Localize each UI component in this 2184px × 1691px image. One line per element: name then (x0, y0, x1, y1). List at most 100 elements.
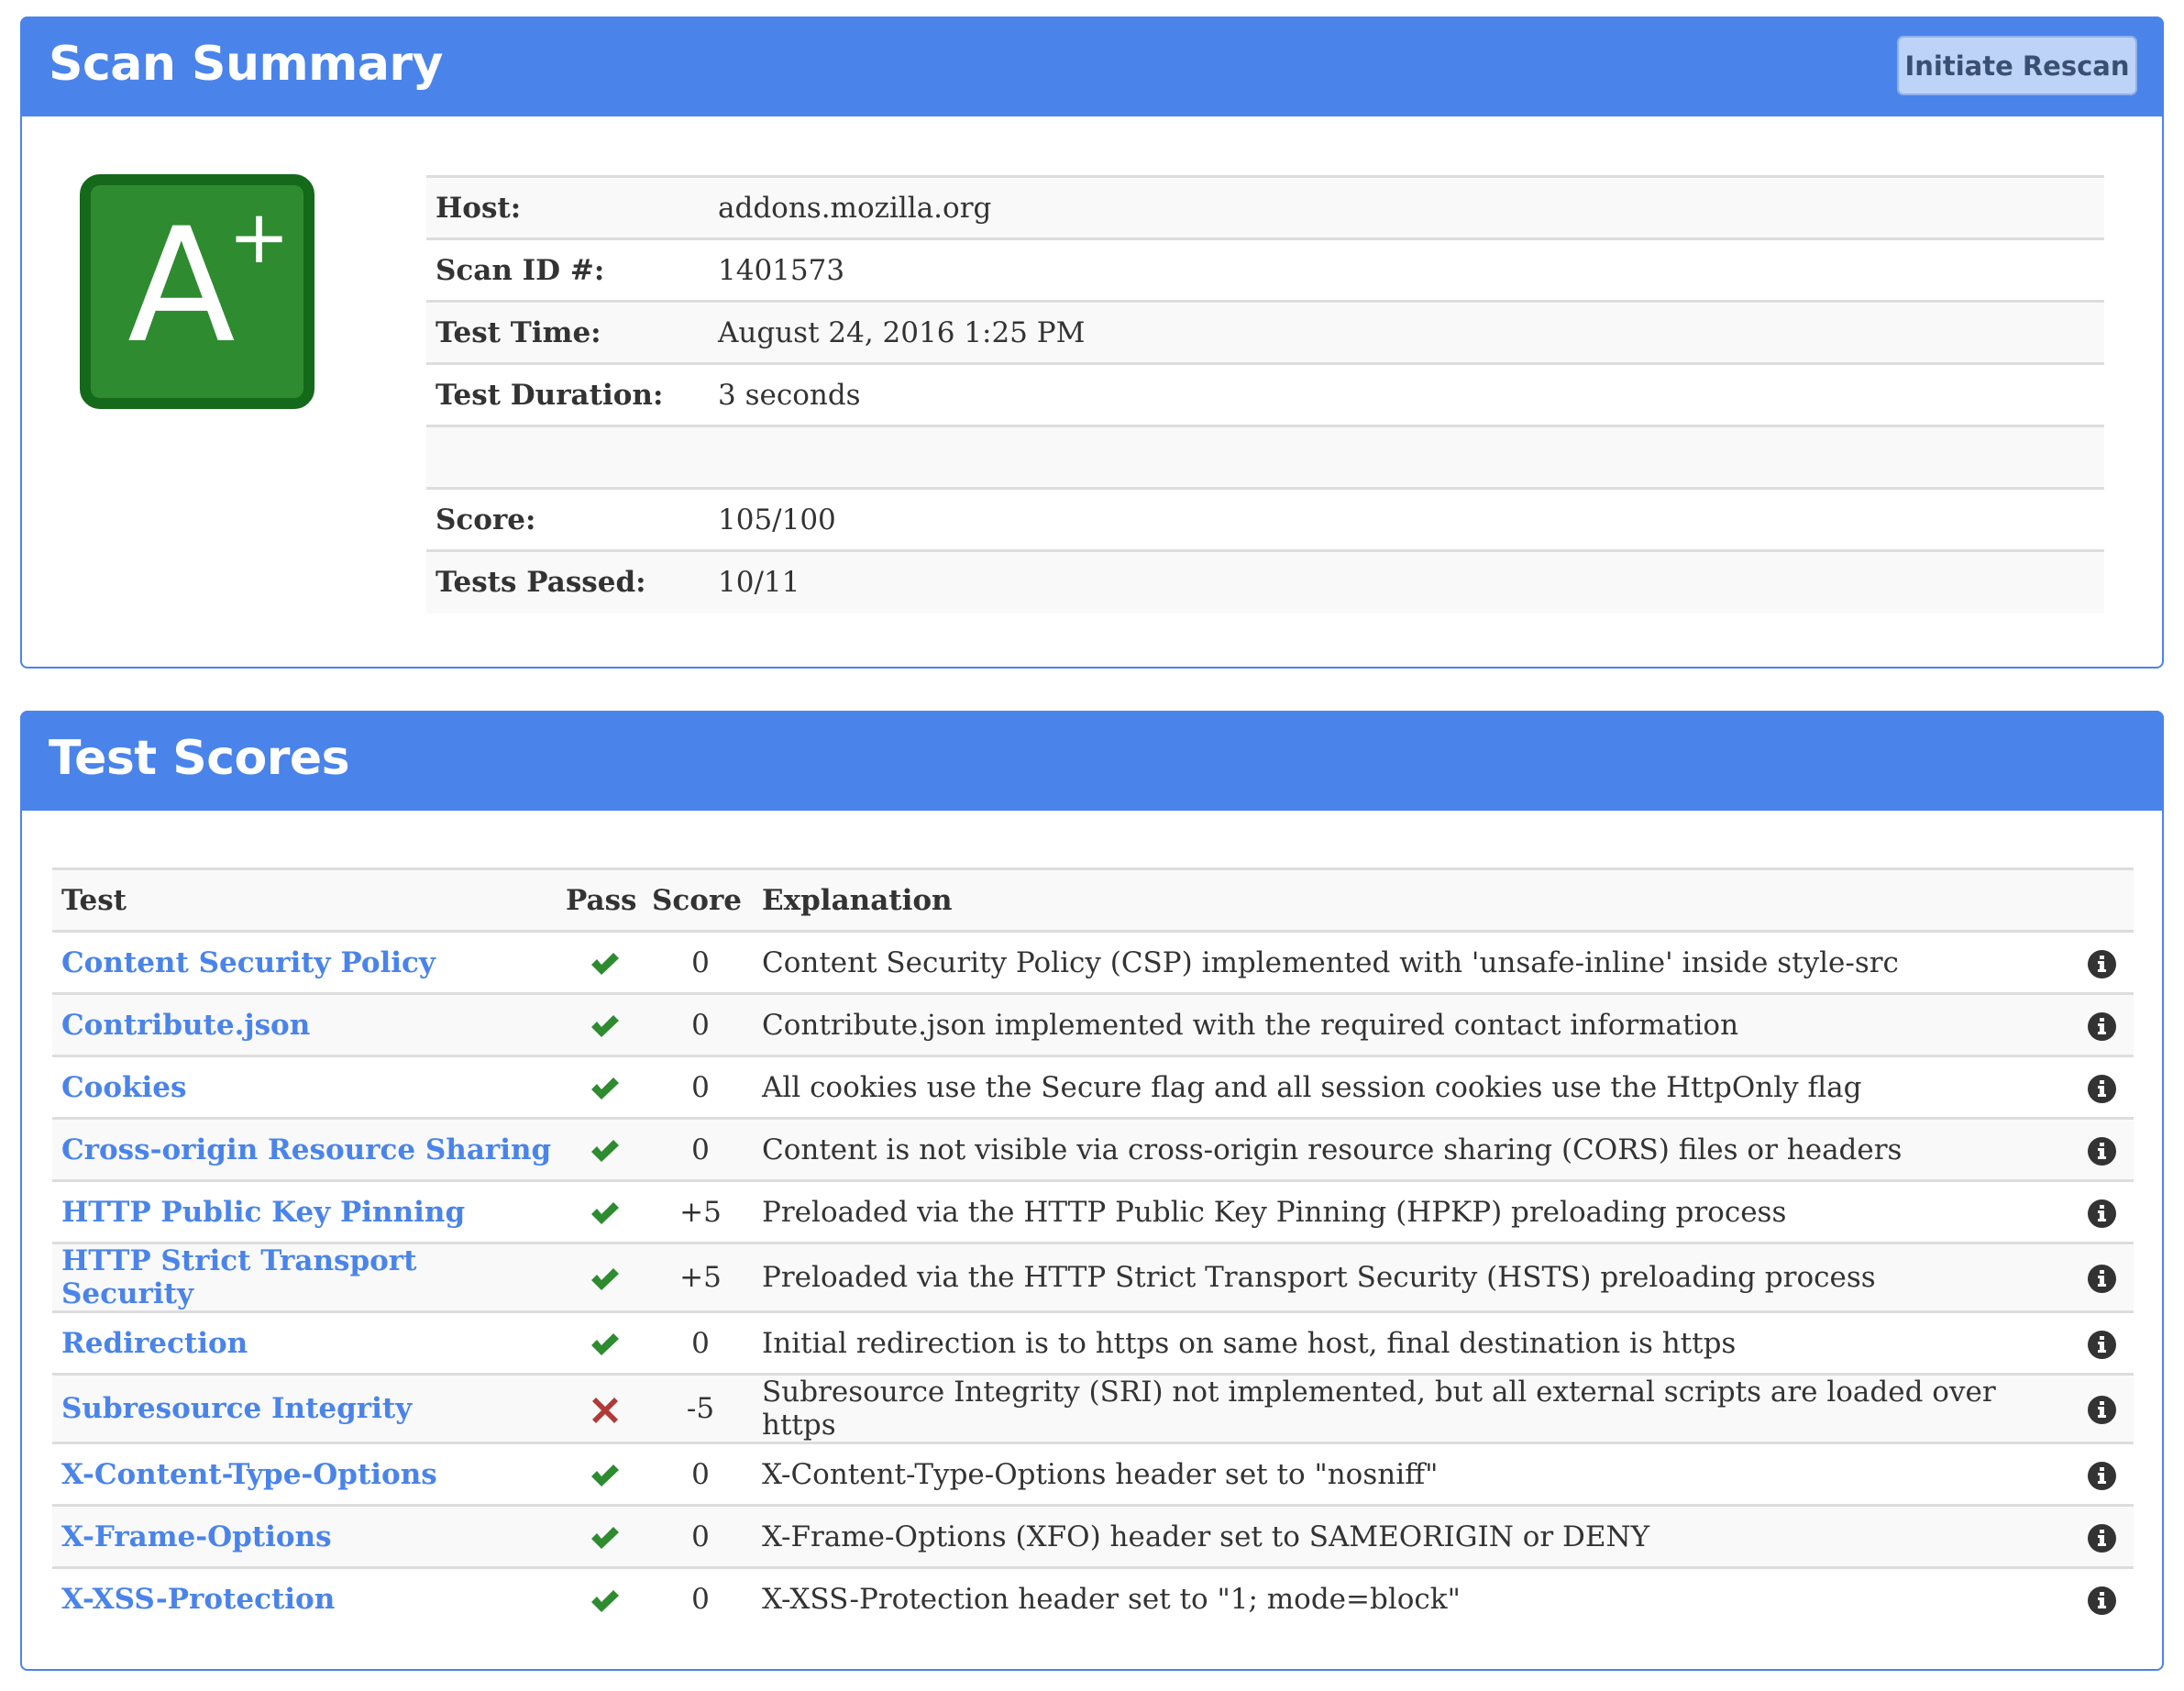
info-icon[interactable] (2087, 1265, 2116, 1293)
explanation-cell: Preloaded via the HTTP Strict Transport … (753, 1242, 2069, 1312)
test-name-cell: Cross-origin Resource Sharing (52, 1117, 562, 1181)
test-link[interactable]: X-XSS-Protection (61, 1583, 335, 1616)
test-name-cell: Contribute.json (52, 992, 562, 1056)
score-cell: -5 (648, 1373, 753, 1443)
info-icon[interactable] (2087, 1136, 2116, 1166)
checkmark-icon (590, 1138, 621, 1164)
pass-cell (562, 1117, 648, 1181)
test-link[interactable]: Cookies (61, 1071, 186, 1104)
test-link[interactable]: Cross-origin Resource Sharing (61, 1133, 551, 1166)
explanation-cell: Content Security Policy (CSP) implemente… (753, 930, 2069, 994)
info-icon[interactable] (2087, 1586, 2116, 1616)
summary-value: 1401573 (709, 238, 2104, 302)
checkmark-icon (590, 1013, 621, 1039)
info-icon[interactable] (2087, 1523, 2116, 1553)
summary-row (426, 425, 2104, 489)
test-name-cell: HTTP Public Key Pinning (52, 1179, 562, 1243)
test-link[interactable]: HTTP Strict Transport Security (61, 1244, 416, 1310)
pass-cell (562, 1566, 648, 1630)
checkmark-icon (590, 1200, 621, 1226)
explanation-cell: Initial redirection is to https on same … (753, 1310, 2069, 1375)
info-icon[interactable] (2087, 1396, 2116, 1424)
pass-cell (562, 1310, 648, 1375)
summary-row: Score: 105/100 (426, 487, 2104, 551)
info-cell (2069, 1566, 2134, 1630)
info-icon[interactable] (2087, 949, 2116, 978)
test-name-cell: HTTP Strict Transport Security (52, 1242, 562, 1312)
score-cell: +5 (648, 1242, 753, 1312)
checkmark-icon (590, 951, 621, 977)
test-row: Content Security Policy 0 Content Security… (52, 930, 2134, 994)
test-row: Subresource Integrity -5 Subresource Integ… (52, 1373, 2134, 1443)
test-row: HTTP Strict Transport Security +5 Preloade… (52, 1242, 2134, 1312)
info-icon[interactable] (2087, 1199, 2116, 1228)
info-cell (2069, 1310, 2134, 1375)
info-icon[interactable] (2087, 1011, 2116, 1041)
checkmark-icon (590, 1525, 621, 1551)
summary-value: addons.mozilla.org (709, 175, 2104, 239)
pass-cell (562, 1504, 648, 1568)
summary-label (426, 425, 709, 489)
score-cell: 0 (648, 1504, 753, 1568)
test-name-cell: X-Content-Type-Options (52, 1442, 562, 1506)
test-scores-header: Test Scores (20, 711, 2164, 811)
grade-letter: A (127, 193, 236, 378)
summary-table: Host: addons.mozilla.org Scan ID #: 1401573… (426, 175, 2104, 613)
test-scores-title: Test Scores (49, 731, 350, 786)
summary-label: Host: (426, 175, 709, 239)
info-icon[interactable] (2087, 1461, 2116, 1490)
test-link[interactable]: Subresource Integrity (61, 1392, 412, 1425)
pass-cell (562, 1442, 648, 1506)
column-header-test: Test (52, 868, 562, 932)
score-cell: 0 (648, 1442, 753, 1506)
summary-label: Test Duration: (426, 362, 709, 426)
test-link[interactable]: HTTP Public Key Pinning (61, 1196, 465, 1229)
explanation-cell: Contribute.json implemented with the req… (753, 992, 2069, 1056)
checkmark-icon (590, 1332, 621, 1357)
test-link[interactable]: X-Frame-Options (61, 1520, 332, 1553)
test-name-cell: X-Frame-Options (52, 1504, 562, 1568)
info-icon[interactable] (2087, 1074, 2116, 1103)
summary-row: Host: addons.mozilla.org (426, 175, 2104, 239)
explanation-cell: Subresource Integrity (SRI) not implemen… (753, 1373, 2069, 1443)
column-header-score: Score (648, 868, 753, 932)
test-row: Contribute.json 0 Contribute.json implemen… (52, 992, 2134, 1056)
summary-label: Score: (426, 487, 709, 551)
test-row: HTTP Public Key Pinning +5 Preloaded via t… (52, 1179, 2134, 1243)
info-icon[interactable] (2087, 1330, 2116, 1359)
initiate-rescan-button[interactable]: Initiate Rescan (1897, 36, 2137, 95)
test-name-cell: Redirection (52, 1310, 562, 1375)
info-cell (2069, 1373, 2134, 1443)
explanation-cell: X-XSS-Protection header set to "1; mode=… (753, 1566, 2069, 1630)
pass-cell (562, 992, 648, 1056)
info-cell (2069, 1055, 2134, 1119)
score-cell: 0 (648, 1566, 753, 1630)
explanation-cell: Preloaded via the HTTP Public Key Pinnin… (753, 1179, 2069, 1243)
test-row: Cookies 0 All cookies use the Secure flag … (52, 1055, 2134, 1119)
summary-label: Test Time: (426, 300, 709, 364)
summary-label: Tests Passed: (426, 549, 709, 613)
column-header-info (2069, 868, 2134, 932)
summary-value: 3 seconds (709, 362, 2104, 426)
pass-cell (562, 1179, 648, 1243)
grade-modifier: + (228, 194, 291, 280)
scan-summary-title: Scan Summary (49, 37, 443, 92)
test-row: X-XSS-Protection 0 X-XSS-Protection header… (52, 1566, 2134, 1630)
score-cell: +5 (648, 1179, 753, 1243)
test-link[interactable]: X-Content-Type-Options (61, 1458, 437, 1491)
test-link[interactable]: Content Security Policy (61, 946, 436, 979)
test-link[interactable]: Contribute.json (61, 1009, 310, 1042)
x-mark-icon (592, 1397, 618, 1423)
grade-badge: A + (80, 174, 314, 409)
test-row: X-Content-Type-Options 0 X-Content-Type-Op… (52, 1442, 2134, 1506)
info-cell (2069, 1117, 2134, 1181)
info-cell (2069, 930, 2134, 994)
explanation-cell: X-Content-Type-Options header set to "no… (753, 1442, 2069, 1506)
score-cell: 0 (648, 992, 753, 1056)
summary-row: Scan ID #: 1401573 (426, 238, 2104, 302)
checkmark-icon (590, 1463, 621, 1488)
pass-cell (562, 1242, 648, 1312)
test-name-cell: Content Security Policy (52, 930, 562, 994)
test-link[interactable]: Redirection (61, 1327, 248, 1360)
column-header-explanation: Explanation (753, 868, 2069, 932)
